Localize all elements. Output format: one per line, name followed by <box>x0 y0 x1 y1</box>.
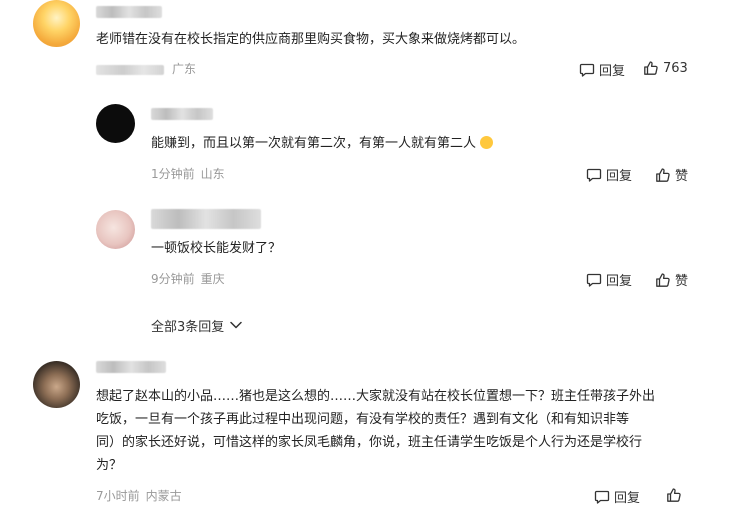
avatar[interactable] <box>96 104 135 143</box>
avatar[interactable] <box>33 361 80 408</box>
thumbs-up-icon <box>655 272 671 288</box>
reply-text: 能赚到，而且以第一次就有第二次，有第一人就有第二人 <box>151 132 494 155</box>
comment-meta: 广东 <box>96 61 196 77</box>
reply-time: 1分钟前 <box>151 167 195 181</box>
time-redacted <box>96 64 164 75</box>
thumbs-up-icon <box>666 487 682 503</box>
comment-bubble-icon <box>586 272 602 288</box>
expand-replies-label: 全部3条回复 <box>151 320 225 335</box>
like-button[interactable]: 赞 <box>655 270 688 289</box>
reply-button[interactable]: 回复 <box>586 165 632 184</box>
like-button[interactable]: 赞 <box>655 165 688 184</box>
comment-1: 老师错在没有在校长指定的供应商那里购买食物，买大象来做烧烤都可以。 广东 回复 … <box>0 0 729 95</box>
username-redacted <box>151 209 261 229</box>
reply-region: 山东 <box>200 167 225 181</box>
chevron-down-icon <box>230 318 243 333</box>
username-redacted <box>151 108 213 120</box>
like-label: 赞 <box>675 274 689 289</box>
reply-meta: 9分钟前 重庆 <box>151 271 225 287</box>
like-count: 763 <box>663 60 688 76</box>
avatar[interactable] <box>96 210 135 249</box>
thumbs-up-icon <box>655 167 671 183</box>
comment-bubble-icon <box>579 62 595 78</box>
comment-bubble-icon <box>586 167 602 183</box>
thumbs-up-icon <box>643 60 659 76</box>
comment-text: 老师错在没有在校长指定的供应商那里购买食物，买大象来做烧烤都可以。 <box>96 32 526 47</box>
reply-button[interactable]: 回复 <box>594 487 640 506</box>
username-redacted <box>96 361 166 373</box>
reply-time: 9分钟前 <box>151 272 195 286</box>
reply-label: 回复 <box>606 274 633 289</box>
reply-1: 能赚到，而且以第一次就有第二次，有第一人就有第二人 1分钟前 山东 回复 赞 <box>0 95 729 195</box>
reply-button[interactable]: 回复 <box>586 270 632 289</box>
comment-region: 广东 <box>172 62 197 76</box>
expand-replies-button[interactable]: 全部3条回复 <box>151 316 243 335</box>
reply-text: 一顿饭校长能发财了？ <box>151 241 282 256</box>
astonished-face-icon <box>480 136 494 149</box>
reply-region: 重庆 <box>200 272 225 286</box>
username-redacted <box>96 6 162 18</box>
reply-label: 回复 <box>599 64 626 79</box>
reply-label: 回复 <box>614 491 641 506</box>
reply-button[interactable]: 回复 <box>579 60 625 79</box>
comment-meta: 7小时前 内蒙古 <box>96 488 182 504</box>
like-button[interactable] <box>666 487 682 503</box>
reply-meta: 1分钟前 山东 <box>151 166 225 182</box>
comment-region: 内蒙古 <box>145 489 182 503</box>
comment-2: 想起了赵本山的小品……猪也是这么想的……大家就没有站在校长位置想一下？班主任带孩… <box>0 355 729 515</box>
like-label: 赞 <box>675 169 689 184</box>
comment-bubble-icon <box>594 489 610 505</box>
avatar[interactable] <box>33 0 80 47</box>
like-button[interactable]: 763 <box>643 60 688 76</box>
reply-2: 一顿饭校长能发财了？ 9分钟前 重庆 回复 赞 <box>0 200 729 300</box>
comment-time: 7小时前 <box>96 489 140 503</box>
reply-label: 回复 <box>606 169 633 184</box>
